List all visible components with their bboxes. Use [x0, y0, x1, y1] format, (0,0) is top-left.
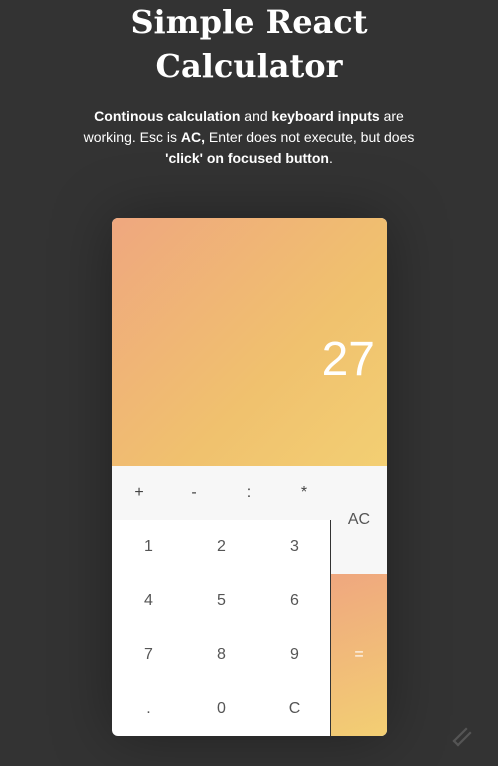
key-5[interactable]: 5	[185, 574, 258, 628]
clear-entry-button[interactable]: C	[258, 682, 331, 736]
desc-bold-4: 'click' on focused button	[165, 150, 329, 166]
subtract-button[interactable]: -	[174, 466, 214, 520]
codepen-icon[interactable]	[450, 725, 474, 749]
key-6[interactable]: 6	[258, 574, 331, 628]
equals-button[interactable]: =	[331, 574, 387, 736]
key-4[interactable]: 4	[112, 574, 185, 628]
key-7[interactable]: 7	[112, 628, 185, 682]
key-decimal[interactable]: .	[112, 682, 185, 736]
key-8[interactable]: 8	[185, 628, 258, 682]
desc-text-4: .	[328, 150, 333, 166]
desc-text-1: and	[240, 108, 272, 124]
key-3[interactable]: 3	[258, 520, 331, 574]
key-9[interactable]: 9	[258, 628, 331, 682]
divide-button[interactable]: :	[229, 466, 269, 520]
key-2[interactable]: 2	[185, 520, 258, 574]
add-button[interactable]: +	[119, 466, 159, 520]
all-clear-button[interactable]: AC	[331, 466, 387, 574]
description: Continous calculation and keyboard input…	[70, 106, 428, 169]
key-0[interactable]: 0	[185, 682, 258, 736]
page-title: Simple React Calculator	[0, 0, 498, 88]
calculator-display: 27	[112, 218, 387, 466]
multiply-button[interactable]: *	[284, 466, 324, 520]
title-line-2: Calculator	[155, 47, 343, 85]
key-1[interactable]: 1	[112, 520, 185, 574]
title-line-1: Simple React	[130, 3, 368, 41]
desc-text-3: Enter does not execute, but does	[205, 129, 415, 145]
display-value: 27	[321, 333, 375, 386]
desc-bold-3: AC,	[180, 129, 205, 145]
desc-bold-1: Continous calculation	[94, 108, 241, 124]
calculator: 27 + - : * AC = 1 2 3 4 5 6 7 8 9 . 0 C	[112, 218, 387, 736]
desc-bold-2: keyboard inputs	[271, 108, 380, 124]
